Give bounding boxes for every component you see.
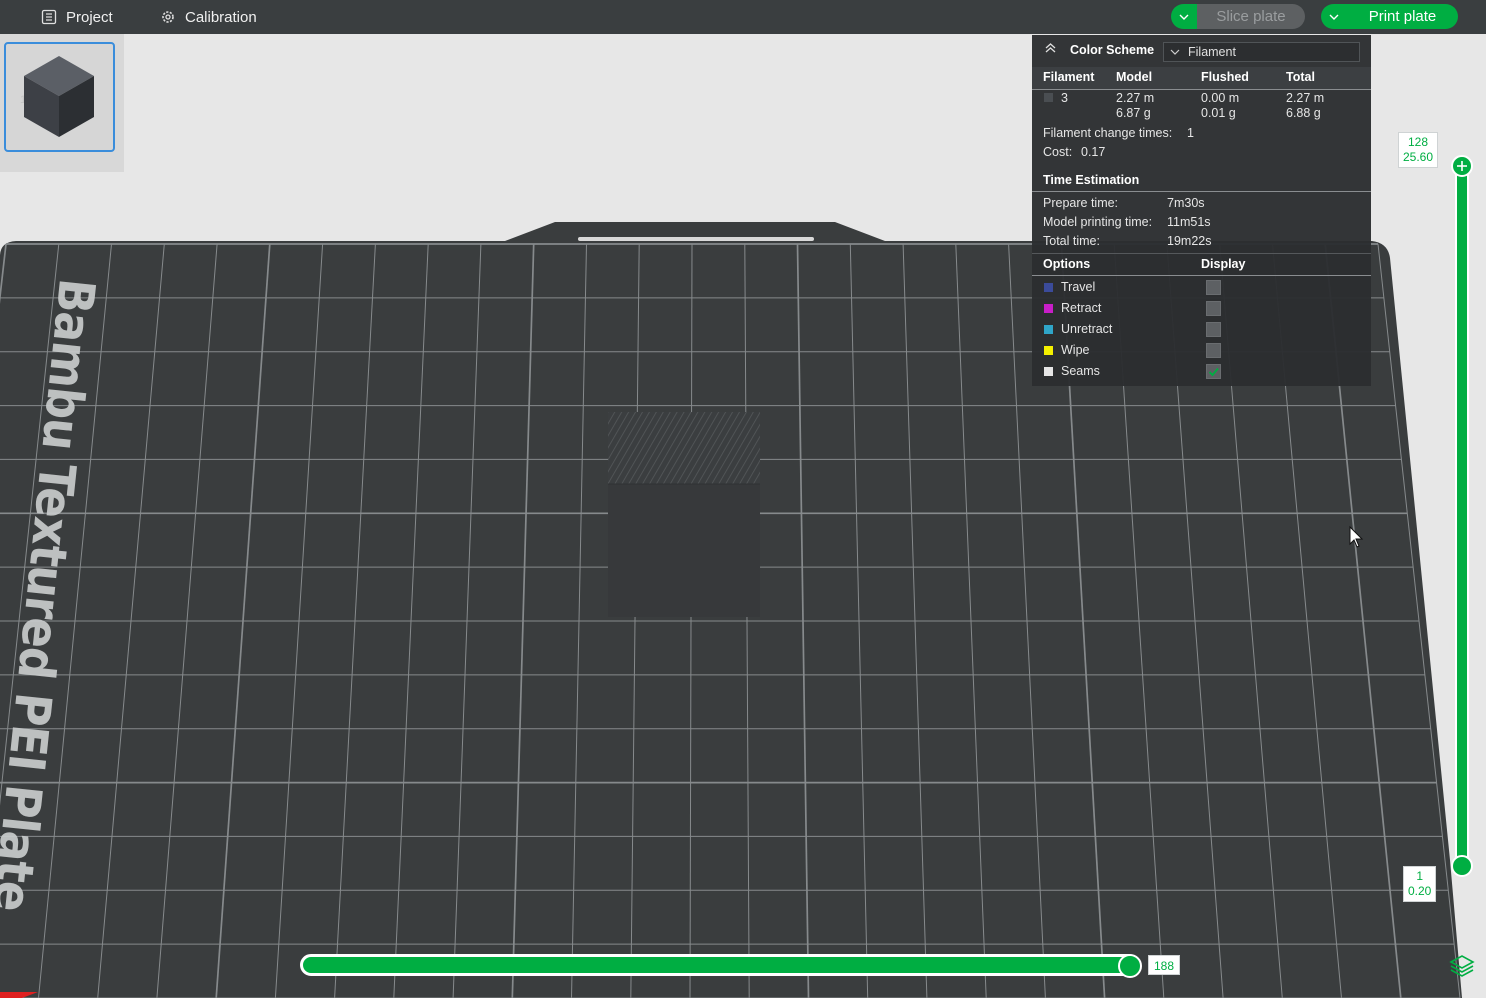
cost-label: Cost: bbox=[1043, 145, 1073, 159]
option-label: Wipe bbox=[1061, 343, 1090, 357]
option-display-checkbox[interactable] bbox=[1206, 364, 1221, 379]
top-toolbar: Project Calibration Slice plate Print pl… bbox=[0, 0, 1486, 34]
layer-top-label: 128 25.60 bbox=[1398, 132, 1439, 168]
move-slider-value: 188 bbox=[1148, 955, 1181, 975]
option-label: Seams bbox=[1061, 364, 1100, 378]
print-dropdown-button[interactable] bbox=[1321, 4, 1347, 29]
bottom-layer-number: 1 bbox=[1416, 869, 1424, 883]
option-color-swatch bbox=[1044, 304, 1053, 313]
top-layer-height: 25.60 bbox=[1403, 150, 1434, 164]
prepare-time-label: Prepare time: bbox=[1043, 196, 1119, 210]
top-layer-number: 128 bbox=[1408, 135, 1429, 149]
filament-table-header: Filament Model Flushed Total bbox=[1032, 67, 1371, 89]
move-slider-track[interactable] bbox=[300, 954, 1140, 976]
check-icon bbox=[1208, 367, 1219, 377]
flushed-weight: 0.01 g bbox=[1201, 106, 1236, 120]
model-length: 2.27 m bbox=[1116, 91, 1155, 105]
total-weight: 6.88 g bbox=[1286, 106, 1321, 120]
model-weight: 6.87 g bbox=[1116, 106, 1151, 120]
list-item[interactable]: Travel bbox=[1032, 280, 1371, 300]
plus-icon bbox=[1457, 161, 1467, 171]
model-time-label: Model printing time: bbox=[1043, 215, 1153, 229]
option-display-checkbox[interactable] bbox=[1206, 322, 1221, 337]
bottom-layer-height: 0.20 bbox=[1408, 884, 1432, 898]
tab-project[interactable]: Project bbox=[40, 0, 113, 34]
layer-bottom-label: 1 0.20 bbox=[1403, 866, 1437, 902]
flushed-length: 0.00 m bbox=[1201, 91, 1240, 105]
option-display-checkbox[interactable] bbox=[1206, 280, 1221, 295]
sliced-model-preview bbox=[608, 412, 760, 617]
tab-calibration-label: Calibration bbox=[185, 8, 257, 26]
option-display-checkbox[interactable] bbox=[1206, 301, 1221, 316]
table-row: 3 2.27 m 6.87 g 0.00 m 0.01 g 2.27 m 6.8… bbox=[1032, 91, 1371, 123]
model-time-value: 11m51s bbox=[1167, 215, 1211, 229]
col-model: Model bbox=[1116, 70, 1153, 84]
color-scheme-value: Filament bbox=[1188, 45, 1236, 59]
options-header: Options bbox=[1043, 257, 1091, 271]
move-slider-handle[interactable] bbox=[1118, 954, 1142, 978]
color-scheme-label: Color Scheme bbox=[1070, 43, 1155, 57]
display-header: Display bbox=[1201, 257, 1246, 271]
print-plate-button[interactable]: Print plate bbox=[1347, 4, 1458, 29]
list-item[interactable]: Unretract bbox=[1032, 322, 1371, 342]
option-color-swatch bbox=[1044, 346, 1053, 355]
cost-value: 0.17 bbox=[1081, 145, 1106, 159]
slice-plate-button[interactable]: Slice plate bbox=[1197, 4, 1305, 29]
filament-color-swatch bbox=[1044, 93, 1053, 102]
filament-change-value: 1 bbox=[1187, 126, 1194, 140]
filament-id: 3 bbox=[1061, 91, 1068, 105]
col-flushed: Flushed bbox=[1201, 70, 1249, 84]
chevron-down-icon bbox=[1170, 49, 1180, 55]
option-color-swatch bbox=[1044, 283, 1053, 292]
collapse-icon[interactable] bbox=[1044, 42, 1057, 57]
project-icon bbox=[40, 9, 57, 26]
layer-slider-bottom-handle[interactable] bbox=[1451, 855, 1473, 877]
tab-calibration[interactable]: Calibration bbox=[159, 0, 257, 34]
color-scheme-select[interactable]: Filament bbox=[1163, 42, 1360, 62]
col-total: Total bbox=[1286, 70, 1315, 84]
tab-project-label: Project bbox=[66, 8, 113, 26]
cube-icon bbox=[24, 56, 94, 137]
option-label: Travel bbox=[1061, 280, 1096, 294]
list-item[interactable]: Seams bbox=[1032, 364, 1371, 384]
prepare-time-value: 7m30s bbox=[1167, 196, 1205, 210]
slice-dropdown-button[interactable] bbox=[1171, 4, 1197, 29]
filament-change-label: Filament change times: bbox=[1043, 126, 1173, 140]
layer-slider-top-handle[interactable] bbox=[1451, 155, 1473, 177]
total-length: 2.27 m bbox=[1286, 91, 1325, 105]
plate-thumbnail[interactable]: 1 bbox=[4, 42, 115, 152]
option-label: Retract bbox=[1061, 301, 1102, 315]
chevron-down-icon bbox=[1329, 14, 1339, 20]
chevron-down-icon bbox=[1179, 14, 1189, 20]
total-time-label: Total time: bbox=[1043, 234, 1100, 248]
option-display-checkbox[interactable] bbox=[1206, 343, 1221, 358]
gear-icon bbox=[159, 9, 176, 26]
time-estimation-header: Time Estimation bbox=[1043, 173, 1140, 187]
option-label: Unretract bbox=[1061, 322, 1113, 336]
plate-list-panel: 1 bbox=[0, 34, 124, 172]
list-item[interactable]: Retract bbox=[1032, 301, 1371, 321]
option-color-swatch bbox=[1044, 367, 1053, 376]
list-item[interactable]: Wipe bbox=[1032, 343, 1371, 363]
total-time-value: 19m22s bbox=[1167, 234, 1212, 248]
option-color-swatch bbox=[1044, 325, 1053, 334]
gcode-legend-panel: Color Scheme Filament Filament Model Flu… bbox=[1032, 35, 1371, 386]
layer-slider-track[interactable] bbox=[1455, 166, 1469, 866]
col-filament: Filament bbox=[1043, 70, 1095, 84]
